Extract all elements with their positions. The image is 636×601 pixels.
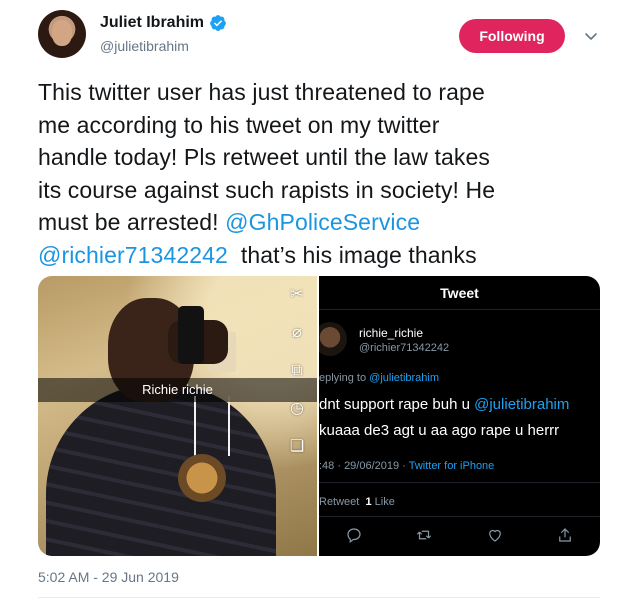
mention-link-richier[interactable]: @richier71342242 xyxy=(38,242,228,268)
screenshot-header: Tweet xyxy=(319,276,600,310)
tweet-line: @richier71342242 that’s his image thanks xyxy=(38,239,618,272)
tweet-line: handle today! Pls retweet until the law … xyxy=(38,144,490,171)
screenshot-name: richie_richie xyxy=(359,326,424,340)
tweet-line: me according to his tweet on my twitter xyxy=(38,111,440,138)
photo-phone xyxy=(178,306,204,364)
screenshot-text-prefix: dnt support rape buh u xyxy=(319,396,475,413)
tweet-line-text: that’s his image thanks xyxy=(227,241,477,268)
screenshot-avatar xyxy=(319,322,347,356)
heart-icon xyxy=(488,529,501,542)
media-photo[interactable]: Richie richie ✂ ⌀ ⧉ ◷ ❏ xyxy=(38,276,317,556)
share-icon xyxy=(559,528,571,542)
screenshot-reply-mention: @julietibrahim xyxy=(369,372,440,384)
scissors-icon: ✂ xyxy=(290,286,304,303)
following-button[interactable]: Following xyxy=(459,19,565,53)
screenshot-replying-to: eplying to @julietibrahim xyxy=(319,372,439,384)
chevron-down-icon[interactable] xyxy=(583,28,599,44)
screenshot-meta-source: Twitter for iPhone xyxy=(408,460,495,472)
divider xyxy=(38,597,600,598)
mention-link-ghpoliceservice[interactable]: @GhPoliceService xyxy=(225,209,420,235)
tweet-timestamp[interactable]: 5:02 AM - 29 Jun 2019 xyxy=(38,569,179,585)
reply-icon xyxy=(347,528,361,543)
photo-earphones xyxy=(194,396,230,456)
tweet-line: its course against such rapists in socie… xyxy=(38,176,496,203)
screenshot-divider xyxy=(319,482,600,483)
verified-badge-icon xyxy=(210,15,226,31)
snap-caption: Richie richie xyxy=(38,378,317,402)
screenshot-text-mention: @julietibrahim xyxy=(474,396,570,413)
timer-icon: ◷ xyxy=(290,400,304,417)
screenshot-reply-prefix: eplying to xyxy=(319,372,370,384)
tweet-line: must be arrested! @GhPoliceService xyxy=(38,206,618,239)
author-display-name[interactable]: Juliet Ibrahim xyxy=(100,14,204,32)
author-name-row[interactable]: Juliet Ibrahim xyxy=(100,14,227,32)
paperclip-icon: ⌀ xyxy=(292,324,302,341)
screenshot-text-line: kuaaa de3 agt u aa ago rape u herrr xyxy=(319,422,560,439)
author-handle[interactable]: @julietibrahim xyxy=(100,38,189,54)
screenshot-meta-time: :48 · 29/06/2019 · xyxy=(319,460,409,472)
screenshot-text-line: dnt support rape buh u @julietibrahim xyxy=(319,396,569,413)
retweet-icon xyxy=(417,530,432,540)
screenshot-stats: Retweet 1 Like xyxy=(319,496,395,508)
snap-toolbar: ✂ ⌀ ⧉ ◷ ❏ xyxy=(285,276,309,466)
screenshot-meta: :48 · 29/06/2019 · Twitter for iPhone xyxy=(319,460,494,472)
media-screenshot[interactable]: Tweet richie_richie @richier71342242 epl… xyxy=(319,276,600,556)
screenshot-stats-suffix: Like xyxy=(371,496,395,508)
stickers-icon: ❏ xyxy=(289,438,305,455)
screenshot-stats-prefix: Retweet xyxy=(319,496,366,508)
screenshot-handle: @richier71342242 xyxy=(359,342,450,354)
tweet-text: This twitter user has just threatened to… xyxy=(38,76,618,272)
tweet-media: Richie richie ✂ ⌀ ⧉ ◷ ❏ Tweet richie_ric… xyxy=(38,276,600,556)
tweet-line-text: must be arrested! xyxy=(38,209,226,236)
screenshot-actions xyxy=(319,526,600,544)
photo-shirt-graphic xyxy=(178,454,226,502)
crop-icon: ⧉ xyxy=(291,362,303,379)
tweet-line: This twitter user has just threatened to… xyxy=(38,79,485,105)
author-avatar[interactable] xyxy=(38,10,86,58)
screenshot-divider xyxy=(319,516,600,517)
